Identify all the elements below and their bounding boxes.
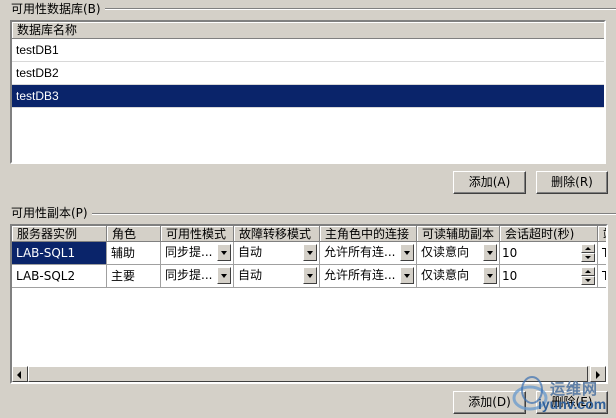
dropdown-arrow-icon[interactable]	[483, 267, 497, 284]
session-timeout-value[interactable]: 10	[502, 269, 517, 283]
spin-up-icon[interactable]	[581, 267, 595, 276]
primary-connections-dropdown[interactable]: 允许所有连...	[320, 242, 417, 265]
spin-down-icon[interactable]	[581, 253, 595, 262]
column-header-availability-mode[interactable]: 可用性模式	[161, 226, 234, 242]
cell-endpoint[interactable]: T	[598, 242, 606, 265]
session-timeout-value[interactable]: 10	[502, 246, 517, 260]
database-row-selected[interactable]: testDB3	[12, 85, 604, 108]
cell-role[interactable]: 主要	[107, 265, 161, 288]
site-watermark: 运维网 iyunv.com	[508, 372, 612, 416]
spin-up-icon[interactable]	[581, 244, 595, 253]
dropdown-arrow-icon[interactable]	[483, 244, 497, 261]
dropdown-arrow-icon[interactable]	[217, 267, 231, 284]
session-timeout-spinner[interactable]: 10	[500, 242, 598, 265]
failover-mode-dropdown[interactable]: 自动	[234, 265, 320, 288]
availability-mode-value: 同步提...	[165, 268, 213, 282]
failover-mode-dropdown[interactable]: 自动	[234, 242, 320, 265]
column-header-server-instance[interactable]: 服务器实例	[12, 226, 107, 242]
readable-secondary-value: 仅读意向	[421, 245, 470, 259]
watermark-url: iyunv.com	[538, 396, 607, 412]
cell-server-instance[interactable]: LAB-SQL2	[12, 265, 107, 288]
dropdown-arrow-icon[interactable]	[303, 244, 317, 261]
spinner-buttons[interactable]	[581, 267, 595, 285]
dropdown-arrow-icon[interactable]	[400, 244, 414, 261]
replicas-group-title: 可用性副本(P)	[11, 206, 92, 220]
column-header-endpoint[interactable]: 端	[598, 226, 606, 242]
failover-mode-value: 自动	[238, 245, 263, 259]
dropdown-arrow-icon[interactable]	[217, 244, 231, 261]
replicas-grid[interactable]: 服务器实例 角色 可用性模式 故障转移模式 主角色中的连接 可读辅助副本 会话超…	[10, 224, 608, 384]
primary-connections-value: 允许所有连...	[324, 245, 396, 259]
availability-mode-dropdown[interactable]: 同步提...	[161, 242, 234, 265]
scroll-left-icon[interactable]	[12, 366, 28, 382]
session-timeout-spinner[interactable]: 10	[500, 265, 598, 288]
remove-database-button[interactable]: 删除(R)	[536, 171, 608, 194]
column-header-session-timeout[interactable]: 会话超时(秒)	[500, 226, 598, 242]
replicas-group-divider	[11, 213, 616, 215]
databases-group-title: 可用性数据库(B)	[11, 2, 105, 16]
spin-down-icon[interactable]	[581, 276, 595, 285]
scrollbar-thumb[interactable]	[28, 366, 588, 382]
column-header-failover-mode[interactable]: 故障转移模式	[234, 226, 320, 242]
cell-role[interactable]: 辅助	[107, 242, 161, 265]
database-name-column-header[interactable]: 数据库名称	[12, 22, 604, 39]
databases-list[interactable]: 数据库名称 testDB1 testDB2 testDB3	[10, 20, 606, 164]
database-row[interactable]: testDB1	[12, 39, 604, 62]
readable-secondary-dropdown[interactable]: 仅读意向	[417, 242, 500, 265]
cell-server-instance[interactable]: LAB-SQL1	[12, 242, 107, 265]
column-header-readable-secondary[interactable]: 可读辅助副本	[417, 226, 500, 242]
dropdown-arrow-icon[interactable]	[400, 267, 414, 284]
primary-connections-value: 允许所有连...	[324, 268, 396, 282]
readable-secondary-value: 仅读意向	[421, 268, 470, 282]
cell-endpoint[interactable]: T	[598, 265, 606, 288]
readable-secondary-dropdown[interactable]: 仅读意向	[417, 265, 500, 288]
column-header-primary-connections[interactable]: 主角色中的连接	[320, 226, 417, 242]
dropdown-arrow-icon[interactable]	[303, 267, 317, 284]
availability-mode-value: 同步提...	[165, 245, 213, 259]
column-header-role[interactable]: 角色	[107, 226, 161, 242]
add-database-button[interactable]: 添加(A)	[453, 171, 526, 194]
database-row[interactable]: testDB2	[12, 62, 604, 85]
primary-connections-dropdown[interactable]: 允许所有连...	[320, 265, 417, 288]
failover-mode-value: 自动	[238, 268, 263, 282]
availability-mode-dropdown[interactable]: 同步提...	[161, 265, 234, 288]
spinner-buttons[interactable]	[581, 244, 595, 262]
